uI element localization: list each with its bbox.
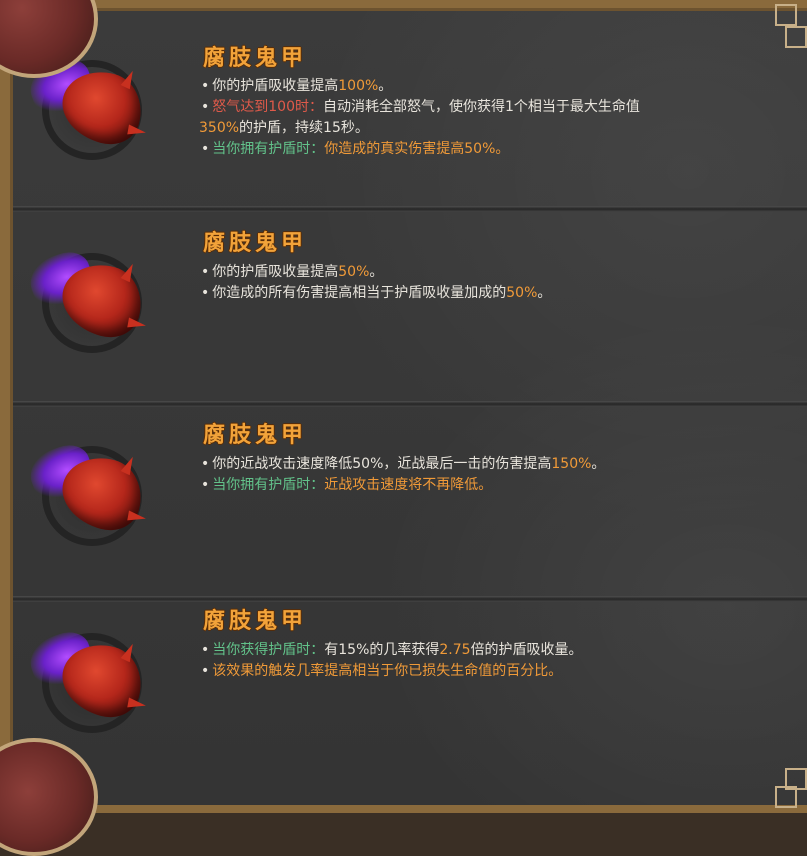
description-text: 你的近战攻击速度降低50%，近战最后一击的伤害提高 bbox=[212, 456, 552, 472]
description-line: • 你造成的所有伤害提高相当于护盾吸收量加成的50%。 bbox=[201, 284, 551, 303]
description-text: 。 bbox=[369, 264, 384, 280]
description-line: • 该效果的触发几率提高相当于你已损失生命值的百分比。 bbox=[201, 662, 562, 681]
description-line: • 你的近战攻击速度降低50%，近战最后一击的伤害提高150%。 bbox=[201, 455, 605, 474]
description-text: 近战攻击速度将不再降低。 bbox=[324, 477, 493, 493]
description-text: 当你拥有护盾时： bbox=[212, 477, 325, 493]
bullet: • bbox=[201, 477, 210, 493]
frame-ornament bbox=[775, 4, 797, 26]
description-text: 自动消耗全部怒气，使你获得1个相当于最大生命值 bbox=[323, 99, 640, 115]
description-text: 怒气达到100时： bbox=[212, 99, 323, 115]
corrupted-armor-icon bbox=[23, 438, 152, 548]
description-text: 100% bbox=[338, 78, 379, 94]
bullet: • bbox=[201, 285, 210, 301]
frame-ornament bbox=[775, 786, 797, 808]
frame-ornament bbox=[785, 26, 807, 48]
description-text: 的护盾，持续15秒。 bbox=[239, 120, 369, 136]
description-text: 你的护盾吸收量提高 bbox=[212, 78, 339, 94]
bullet: • bbox=[201, 264, 210, 280]
bullet: • bbox=[201, 99, 210, 115]
description-text: 50% bbox=[338, 264, 370, 280]
bullet: • bbox=[201, 456, 210, 472]
bullet: • bbox=[201, 663, 210, 679]
description-text: 。 bbox=[591, 456, 606, 472]
description-line: • 当你拥有护盾时：你造成的真实伤害提高50%。 bbox=[201, 140, 509, 159]
description-text: 该效果的触发几率提高相当于你已损失生命值的百分比。 bbox=[212, 663, 563, 679]
corrupted-armor-icon bbox=[23, 625, 152, 735]
bullet: • bbox=[201, 141, 210, 157]
description-text: 倍的护盾吸收量。 bbox=[470, 642, 583, 658]
item-title: 腐肢鬼甲 bbox=[203, 231, 308, 256]
description-line: • 你的护盾吸收量提高100%。 bbox=[201, 77, 392, 96]
description-text: 当你获得护盾时： bbox=[212, 642, 325, 658]
item-title: 腐肢鬼甲 bbox=[203, 423, 308, 448]
description-text: 150% bbox=[551, 456, 592, 472]
description-line: • 当你拥有护盾时：近战攻击速度将不再降低。 bbox=[201, 476, 492, 495]
description-text: 你造成的所有伤害提高相当于护盾吸收量加成的 bbox=[212, 285, 507, 301]
item-title: 腐肢鬼甲 bbox=[203, 609, 308, 634]
corrupted-armor-icon bbox=[23, 245, 152, 355]
description-text: 。 bbox=[378, 78, 393, 94]
description-text: 当你拥有护盾时： bbox=[212, 141, 325, 157]
description-text: 2.75 bbox=[439, 642, 471, 658]
bullet: • bbox=[201, 642, 210, 658]
bullet: • bbox=[201, 78, 210, 94]
description-line: • 你的护盾吸收量提高50%。 bbox=[201, 263, 383, 282]
description-text: 50% bbox=[506, 285, 538, 301]
description-text: 有15%的几率获得 bbox=[324, 642, 440, 658]
description-line: • 怒气达到100时：自动消耗全部怒气，使你获得1个相当于最大生命值 bbox=[201, 98, 640, 117]
description-text: 你的护盾吸收量提高 bbox=[212, 264, 339, 280]
description-text: 350% bbox=[199, 120, 240, 136]
description-text: 。 bbox=[537, 285, 552, 301]
item-title: 腐肢鬼甲 bbox=[203, 46, 308, 71]
description-line: 350%的护盾，持续15秒。 bbox=[199, 119, 369, 138]
description-line: • 当你获得护盾时：有15%的几率获得2.75倍的护盾吸收量。 bbox=[201, 641, 583, 660]
description-text: 你造成的真实伤害提高50%。 bbox=[324, 141, 510, 157]
